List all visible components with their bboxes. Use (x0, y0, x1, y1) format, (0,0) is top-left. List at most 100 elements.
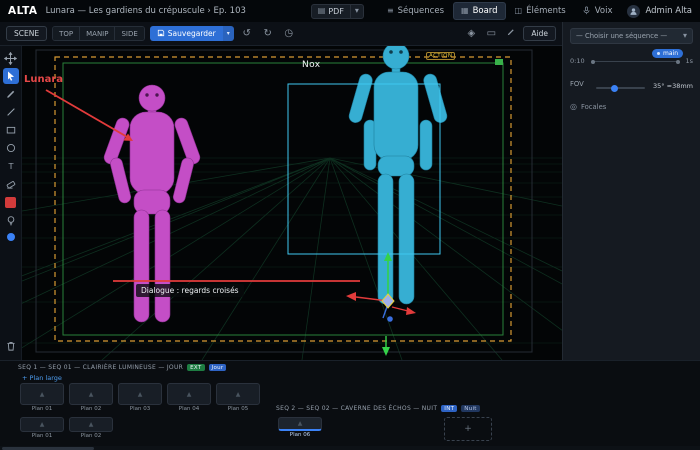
dialogue-note[interactable]: Dialogue : regards croisés (136, 284, 244, 297)
annotate-button[interactable] (503, 26, 519, 42)
comment-icon: ▭ (486, 28, 497, 39)
add-plan-button[interactable]: + (444, 417, 492, 441)
tab-elements[interactable]: ◫ Éléments (508, 2, 573, 20)
image-icon: ▲ (88, 421, 94, 428)
help-button[interactable]: Aide (523, 26, 556, 41)
plan-label: Plan 02 (80, 406, 102, 412)
redo-button[interactable]: ↻ (260, 26, 276, 42)
chevron-down-icon: ▾ (226, 30, 230, 37)
thumbnail-image: ▲ (69, 383, 113, 405)
text-tool[interactable]: T (3, 158, 19, 174)
save-button[interactable]: Sauvegarder (149, 26, 223, 41)
tab-label: Board (472, 6, 498, 16)
view-side-button[interactable]: SIDE (115, 27, 144, 40)
ellipse-tool[interactable] (3, 140, 19, 156)
fov-value: 35° ≈38mm (653, 82, 693, 90)
focales-label: Focales (580, 103, 607, 111)
image-icon: ▲ (137, 390, 143, 398)
image-icon: ▲ (39, 421, 45, 428)
top-bar: ALTA Lunara — Les gardiens du crépuscule… (0, 0, 700, 22)
image-icon: ▲ (88, 390, 94, 398)
pdf-export-button[interactable]: ▤ PDF (310, 3, 351, 19)
thumbnail-image: ▲ (20, 417, 64, 432)
horizontal-scrollbar[interactable] (0, 446, 700, 450)
view-switch-group: TOP MANIP SIDE (52, 26, 145, 41)
keyframe-marker-chip[interactable]: main (652, 49, 683, 58)
thumbnail-image: ▲ (278, 417, 322, 431)
time-handle-start[interactable] (591, 59, 595, 64)
plan-thumbnail[interactable]: ▲ Plan 01 (20, 417, 64, 439)
undo-button[interactable]: ↺ (239, 26, 255, 42)
rectangle-tool[interactable] (3, 122, 19, 138)
pdf-dropdown-button[interactable]: ▾ (350, 3, 364, 19)
annotation-arrow[interactable] (45, 89, 133, 141)
fov-label: FOV (570, 80, 584, 88)
app-logo: ALTA (8, 5, 38, 17)
fov-slider-handle[interactable] (610, 84, 618, 92)
color-swatch-blue[interactable] (6, 233, 15, 241)
scrollbar-thumb[interactable] (2, 446, 94, 450)
toolbar: SCENE TOP MANIP SIDE Sauvegarder ▾ ↺ ↻ ◷… (0, 22, 562, 46)
image-icon: ▲ (186, 390, 192, 398)
list-icon: ≡ (386, 6, 394, 15)
light-tool[interactable] (3, 213, 19, 229)
tag-button[interactable]: ◈ (463, 26, 479, 42)
plan-label: Plan 01 (31, 406, 53, 412)
avatar (627, 4, 641, 18)
seq2-title: SEQ 2 — SEQ 02 — CAVERNE DES ÉCHOS — NUI… (276, 405, 438, 412)
pdf-button-group: ▤ PDF ▾ (310, 3, 364, 19)
plan-thumbnail[interactable]: ▲ Plan 03 (118, 383, 162, 412)
image-icon: ▲ (39, 390, 45, 398)
plan-thumbnail[interactable]: ▲ Plan 04 (167, 383, 211, 412)
main-nav: ≡ Séquences ▦ Board ◫ Éléments Voix (380, 2, 620, 20)
frame-handle[interactable] (495, 59, 503, 65)
view-manip-button[interactable]: MANIP (80, 27, 116, 40)
scene-label: SCENE (14, 29, 40, 38)
fov-slider[interactable] (596, 84, 645, 92)
thumbnail-image: ▲ (20, 383, 64, 405)
plan-large-link[interactable]: + Plan large (22, 374, 62, 382)
tab-sequences[interactable]: ≡ Séquences (380, 2, 451, 20)
save-dropdown-button[interactable]: ▾ (222, 26, 234, 41)
time-slider[interactable] (591, 59, 680, 64)
character-label-lunara[interactable]: Lunara (24, 74, 63, 85)
view-top-button[interactable]: TOP (53, 27, 81, 40)
toolbar-right-group: ◈ ▭ Aide (463, 26, 556, 42)
delete-tool[interactable] (3, 338, 19, 354)
marker-label: main (663, 50, 678, 57)
move-tool[interactable] (3, 50, 19, 66)
plan-thumbnail[interactable]: ▲ Plan 01 (20, 383, 64, 412)
figure-nox[interactable] (348, 46, 449, 305)
plan-thumbnail[interactable]: ▲ Plan 05 (216, 383, 260, 412)
seq1-plan-row-2: ▲ Plan 01 ▲ Plan 02 (20, 417, 113, 439)
tool-strip: T (0, 46, 22, 360)
comment-button[interactable]: ▭ (483, 26, 499, 42)
select-tool[interactable] (2, 68, 19, 84)
seq2-plan-row: ▲ Plan 06 (278, 417, 322, 438)
time-handle-end[interactable] (676, 59, 680, 64)
pdf-label: PDF (328, 6, 344, 16)
tab-board[interactable]: ▦ Board (453, 2, 506, 20)
plan-thumbnail-selected[interactable]: ▲ Plan 06 (278, 417, 322, 438)
time-end-label: 1s (685, 57, 693, 65)
line-tool[interactable] (3, 104, 19, 120)
seq1-header[interactable]: SEQ 1 — SEQ 01 — CLAIRIÈRE LUMINEUSE — J… (18, 364, 227, 371)
eraser-tool[interactable] (3, 176, 19, 192)
sequence-select[interactable]: — Choisir une séquence — ▾ (570, 28, 693, 44)
microphone-icon (582, 5, 591, 18)
scene-canvas[interactable] (22, 46, 562, 360)
color-swatch-red[interactable] (5, 197, 16, 208)
scene-button[interactable]: SCENE (6, 26, 48, 41)
tab-voix[interactable]: Voix (575, 2, 620, 20)
user-menu[interactable]: Admin Alta (627, 4, 692, 18)
chevron-down-icon: ▾ (682, 31, 687, 40)
pen-tool[interactable] (3, 86, 19, 102)
plan-thumbnail[interactable]: ▲ Plan 02 (69, 417, 113, 439)
plan-thumbnail[interactable]: ▲ Plan 02 (69, 383, 113, 412)
seq2-header[interactable]: SEQ 2 — SEQ 02 — CAVERNE DES ÉCHOS — NUI… (276, 405, 480, 412)
character-label-nox[interactable]: Nox (302, 60, 321, 70)
focales-section[interactable]: ◎ Focales (570, 103, 693, 112)
badge-int: INT (441, 405, 458, 412)
grid-icon: ◫ (514, 6, 523, 15)
history-button[interactable]: ◷ (281, 26, 297, 42)
